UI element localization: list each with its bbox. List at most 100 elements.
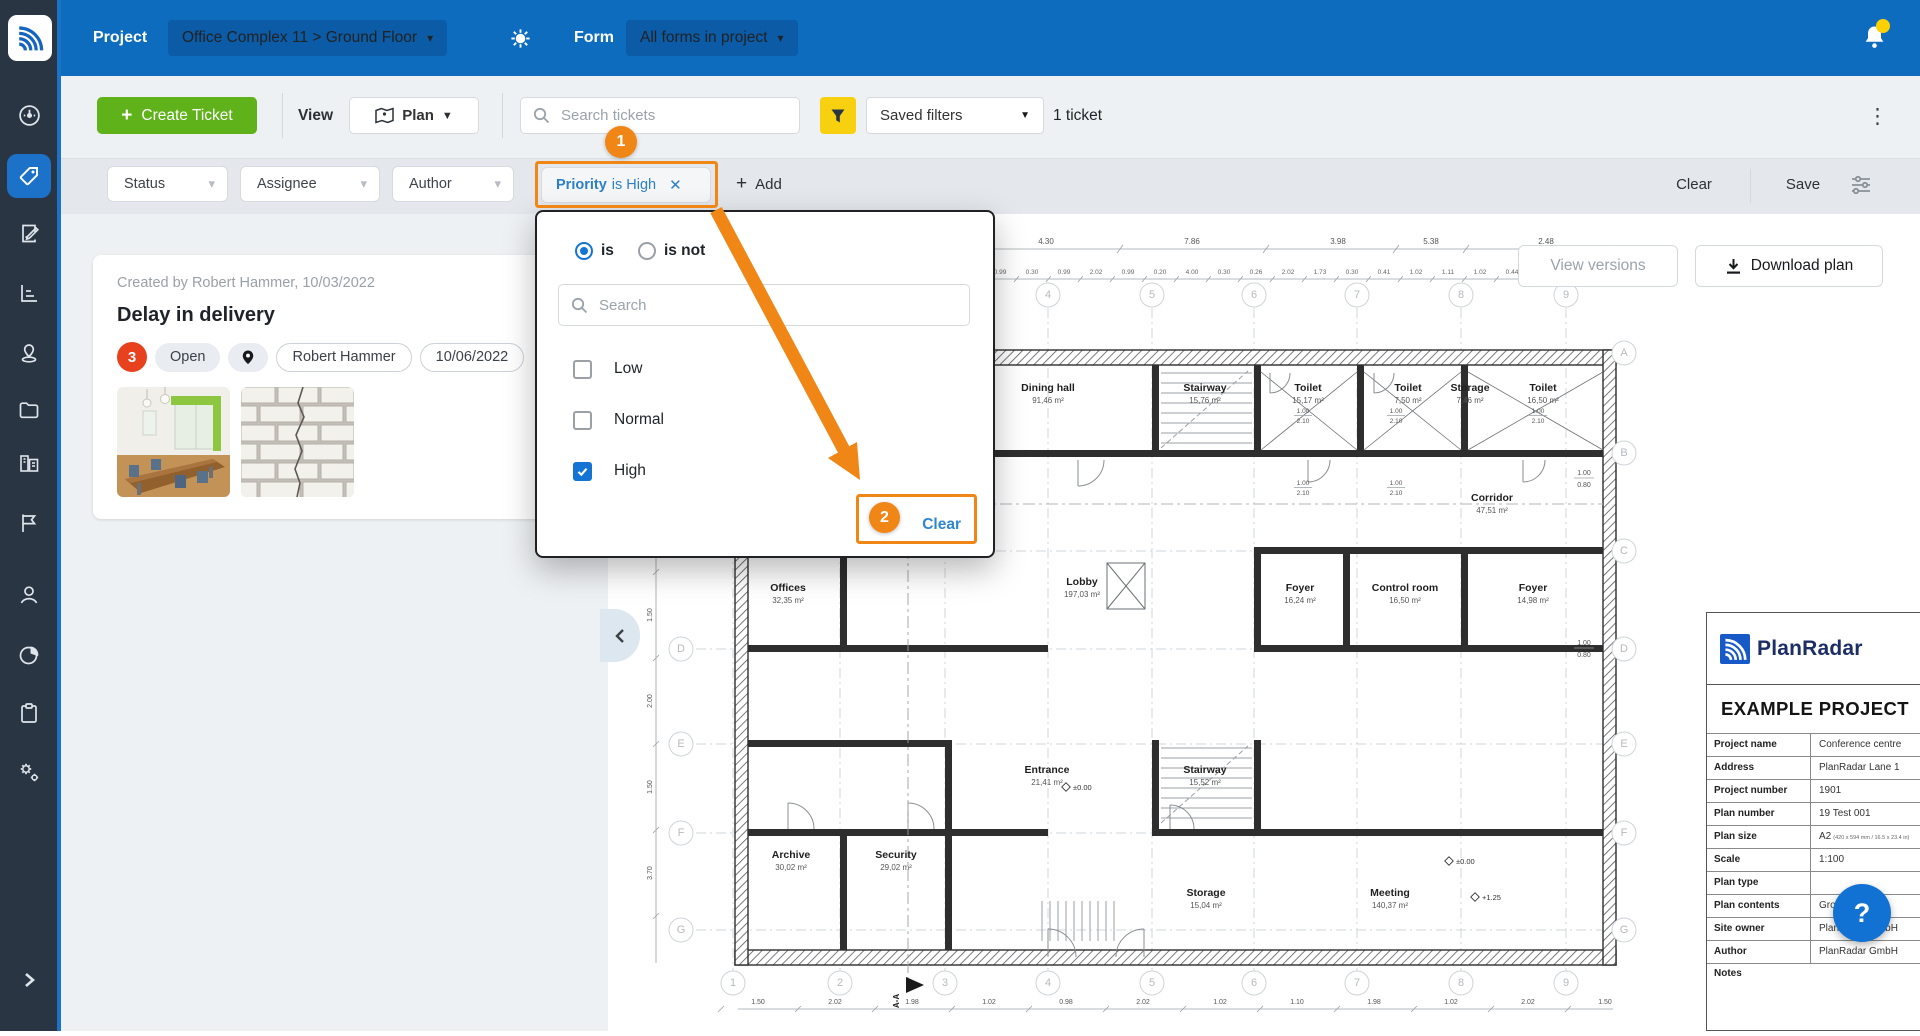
svg-text:0.30: 0.30	[1346, 269, 1359, 276]
radio-unselected-icon[interactable]	[638, 242, 656, 260]
room-area: 21,41 m²	[1031, 778, 1063, 787]
planradar-logo[interactable]	[8, 15, 52, 61]
svg-text:9: 9	[1563, 977, 1569, 989]
plus-icon: +	[736, 173, 747, 195]
checkbox-checked-icon[interactable]	[573, 462, 592, 481]
checkbox-unchecked-icon[interactable]	[573, 360, 592, 379]
sidebar-item-forms[interactable]	[7, 211, 51, 255]
sidebar-item-dashboard[interactable]	[7, 93, 51, 137]
pie-chart-icon	[17, 643, 41, 667]
form-selector[interactable]: All forms in project ▾	[626, 20, 798, 56]
ticket-count-badge: 3	[117, 342, 147, 372]
project-settings-button[interactable]	[509, 0, 532, 76]
create-ticket-button[interactable]: + Create Ticket	[97, 97, 257, 134]
svg-text:4: 4	[1045, 977, 1051, 989]
more-options-button[interactable]: ⋮	[1867, 97, 1888, 134]
sidebar-item-statistics[interactable]	[7, 271, 51, 315]
filter-chip-priority-active[interactable]: Priority is High ✕	[541, 167, 711, 203]
sidebar-item-site-map[interactable]	[7, 331, 51, 375]
svg-text:2.00: 2.00	[647, 694, 654, 708]
chevron-right-icon	[20, 971, 38, 989]
ticket-card[interactable]: Created by Robert Hammer, 10/03/2022 Del…	[93, 255, 595, 519]
filter-toggle-button[interactable]	[820, 97, 856, 134]
popup-option-low[interactable]: Low	[573, 357, 664, 381]
sidebar-item-flags[interactable]	[7, 501, 51, 545]
sidebar-item-tickets[interactable]	[7, 154, 51, 198]
add-filter-label: Add	[755, 176, 782, 193]
filter-chip-assignee[interactable]: Assignee ▾	[240, 166, 380, 202]
operator-is-not-option[interactable]: is not	[638, 242, 705, 260]
view-mode-selector[interactable]: Plan ▼	[349, 97, 479, 134]
svg-text:0.41: 0.41	[1378, 269, 1391, 276]
title-block-row: Plan type	[1707, 871, 1920, 894]
svg-text:4: 4	[1045, 289, 1051, 301]
ticket-location-badge[interactable]	[228, 343, 268, 372]
ticket-count: 1 ticket	[1053, 97, 1102, 134]
svg-text:1.50: 1.50	[1598, 999, 1612, 1006]
search-tickets-input[interactable]	[559, 106, 787, 125]
ticket-status-badge: Open	[155, 343, 220, 372]
saved-filters-selector[interactable]: Saved filters ▼	[866, 97, 1044, 134]
filter-chip-status[interactable]: Status ▾	[107, 166, 228, 202]
operator-is-option[interactable]: is	[575, 242, 614, 260]
room-area: 16,24 m²	[1284, 596, 1316, 605]
sidebar-item-reports[interactable]	[7, 633, 51, 677]
download-plan-button[interactable]: Download plan	[1695, 245, 1883, 287]
svg-text:A: A	[1620, 347, 1628, 359]
room-area: 30,02 m²	[775, 863, 807, 872]
svg-text:0.99: 0.99	[1058, 269, 1071, 276]
svg-text:5.38: 5.38	[1423, 237, 1439, 246]
room-area: 140,37 m²	[1372, 901, 1408, 910]
project-selector[interactable]: Office Complex 11 > Ground Floor ▾	[168, 20, 447, 56]
clear-filters-button[interactable]: Clear	[1664, 166, 1724, 202]
room-label: Storage	[1450, 382, 1489, 394]
svg-text:3.98: 3.98	[1330, 237, 1346, 246]
title-block-row: Plan sizeA2(420 x 594 mm / 16.5 x 23.4 i…	[1707, 825, 1920, 848]
radio-selected-icon[interactable]	[575, 242, 593, 260]
filter-settings-button[interactable]	[1850, 166, 1872, 202]
ticket-photo-meeting-room[interactable]	[117, 387, 230, 497]
notifications-button[interactable]	[1863, 24, 1886, 50]
svg-text:1.00: 1.00	[1297, 408, 1310, 415]
sidebar-item-tasks[interactable]	[7, 691, 51, 735]
sidebar-item-company[interactable]	[7, 441, 51, 485]
sidebar-item-documents[interactable]	[7, 388, 51, 432]
planradar-spiral-icon	[13, 21, 47, 55]
popup-clear-button[interactable]: Clear	[922, 516, 961, 534]
svg-text:E: E	[1620, 738, 1627, 750]
popup-search-input[interactable]	[597, 296, 957, 315]
svg-text:3: 3	[942, 977, 948, 989]
sidebar-item-settings[interactable]	[7, 750, 51, 794]
view-versions-button[interactable]: View versions	[1518, 245, 1678, 287]
sidebar-expand-button[interactable]	[7, 958, 51, 1002]
title-block-logo: PlanRadar	[1707, 613, 1920, 684]
svg-text:2.10: 2.10	[1297, 418, 1310, 425]
checkbox-unchecked-icon[interactable]	[573, 411, 592, 430]
remove-filter-icon[interactable]: ✕	[669, 176, 682, 194]
svg-text:2.10: 2.10	[1532, 418, 1545, 425]
chevron-down-icon: ▼	[442, 110, 453, 122]
ticket-title: Delay in delivery	[117, 304, 571, 327]
annotation-step-1: 1	[605, 126, 637, 158]
filter-chip-label: Author	[409, 176, 452, 192]
title-block-row: Project nameConference centre	[1707, 733, 1920, 756]
filter-chip-author[interactable]: Author ▾	[392, 166, 514, 202]
help-button[interactable]: ?	[1833, 884, 1891, 942]
ticket-photo-cracked-wall[interactable]	[241, 387, 354, 497]
room-area: 7,50 m²	[1394, 396, 1421, 405]
popup-option-normal[interactable]: Normal	[573, 408, 664, 432]
download-icon	[1725, 258, 1742, 275]
sidebar-item-users[interactable]	[7, 573, 51, 617]
operator-is-not-label: is not	[664, 242, 705, 260]
svg-text:0.99: 0.99	[994, 269, 1007, 276]
download-plan-label: Download plan	[1751, 257, 1854, 275]
svg-text:2.02: 2.02	[1521, 999, 1535, 1006]
room-label: Lobby	[1066, 576, 1098, 588]
save-filters-button[interactable]: Save	[1773, 166, 1833, 202]
room-area: 47,51 m²	[1476, 506, 1508, 515]
sliders-icon	[1850, 174, 1872, 194]
room-label: Dining hall	[1021, 382, 1075, 394]
add-filter-button[interactable]: + Add	[736, 166, 782, 202]
room-area: 14,98 m²	[1517, 596, 1549, 605]
popup-option-high[interactable]: High	[573, 459, 664, 483]
